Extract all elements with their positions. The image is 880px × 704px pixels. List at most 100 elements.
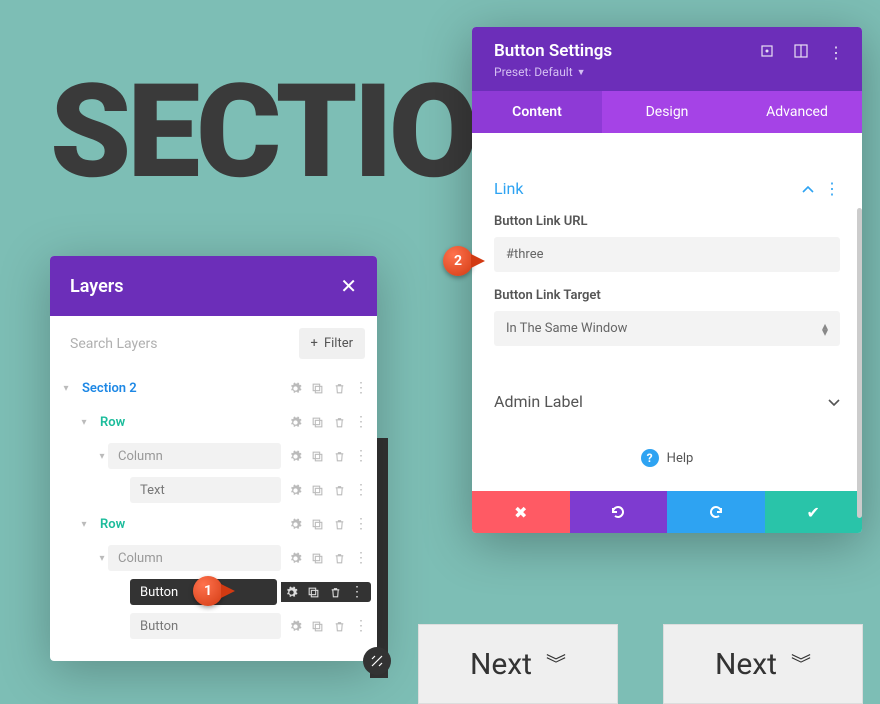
duplicate-icon[interactable] — [307, 548, 327, 568]
tree-item-label[interactable]: Section 2 — [72, 375, 281, 401]
next-button-2[interactable]: Next ︾ — [663, 624, 863, 704]
trash-icon[interactable] — [329, 548, 349, 568]
more-icon[interactable]: ⋮ — [351, 378, 371, 398]
section-admin-header[interactable]: Admin Label — [494, 392, 840, 411]
tree-item-label[interactable]: Button — [130, 613, 281, 639]
caret-icon[interactable]: ▾ — [96, 553, 108, 564]
more-icon[interactable]: ⋮ — [351, 446, 371, 466]
layers-search-row: + Filter — [50, 316, 377, 371]
tree-row-section[interactable]: ▾Section 2 ⋮ — [56, 371, 371, 405]
chevron-down-double-icon: ︾ — [791, 659, 811, 669]
duplicate-icon[interactable] — [307, 514, 327, 534]
tree-row-column[interactable]: ▾Column ⋮ — [56, 439, 371, 473]
gear-icon[interactable] — [285, 412, 305, 432]
more-icon[interactable]: ⋮ — [351, 480, 371, 500]
gear-icon[interactable] — [285, 378, 305, 398]
settings-panel: Button Settings ⋮ Preset: Default ▼ Cont… — [472, 27, 862, 533]
scrollbar[interactable] — [857, 208, 862, 518]
gear-icon[interactable] — [285, 616, 305, 636]
layers-tree: ▾Section 2⋮▾Row⋮▾Column⋮Text⋮▾Row⋮▾Colum… — [50, 371, 377, 661]
undo-button[interactable] — [570, 491, 668, 533]
help-row[interactable]: ? Help — [494, 449, 840, 467]
caret-icon[interactable]: ▾ — [78, 519, 90, 530]
duplicate-icon[interactable] — [307, 616, 327, 636]
header-icons: ⋮ — [760, 43, 844, 59]
tree-row-module[interactable]: Text ⋮ — [56, 473, 371, 507]
tree-item-label[interactable]: Row — [90, 409, 281, 435]
expand-icon[interactable] — [760, 43, 776, 59]
section-link-title: Link — [494, 179, 523, 198]
preset-selector[interactable]: Preset: Default ▼ — [494, 65, 844, 79]
caret-icon[interactable]: ▾ — [96, 451, 108, 462]
preset-label: Preset: Default — [494, 65, 573, 79]
tab-design[interactable]: Design — [602, 91, 732, 133]
columns-icon[interactable] — [794, 43, 810, 59]
gear-icon[interactable] — [281, 582, 301, 602]
gear-icon[interactable] — [285, 548, 305, 568]
trash-icon[interactable] — [329, 378, 349, 398]
duplicate-icon[interactable] — [303, 582, 323, 602]
settings-title: Button Settings — [494, 41, 612, 61]
tree-row-row[interactable]: ▾Row ⋮ — [56, 405, 371, 439]
tree-row-column[interactable]: ▾Column ⋮ — [56, 541, 371, 575]
save-button[interactable]: ✔ — [765, 491, 863, 533]
settings-header: Button Settings ⋮ Preset: Default ▼ — [472, 27, 862, 91]
settings-tabs: Content Design Advanced — [472, 91, 862, 133]
callout-2: 2 — [443, 246, 473, 276]
trash-icon[interactable] — [329, 616, 349, 636]
trash-icon[interactable] — [329, 480, 349, 500]
help-icon: ? — [641, 449, 659, 467]
redo-button[interactable] — [667, 491, 765, 533]
close-icon[interactable]: ✕ — [340, 274, 357, 298]
resize-handle-icon[interactable] — [363, 647, 391, 675]
tree-item-label[interactable]: Row — [90, 511, 281, 537]
trash-icon[interactable] — [329, 412, 349, 432]
gear-icon[interactable] — [285, 446, 305, 466]
background-title: SECTIO — [50, 55, 475, 208]
chevron-down-double-icon: ︾ — [546, 659, 566, 669]
duplicate-icon[interactable] — [307, 446, 327, 466]
tree-row-module[interactable]: Button ⋮ — [56, 609, 371, 643]
gear-icon[interactable] — [285, 514, 305, 534]
link-target-value: In The Same Window — [506, 321, 627, 336]
next-label: Next — [715, 647, 777, 682]
link-url-input[interactable] — [494, 237, 840, 272]
more-icon[interactable]: ⋮ — [347, 582, 367, 602]
next-button-1[interactable]: Next ︾ — [418, 624, 618, 704]
tab-advanced[interactable]: Advanced — [732, 91, 862, 133]
section-link-header[interactable]: Link ⋮ — [494, 179, 840, 198]
trash-icon[interactable] — [329, 446, 349, 466]
more-icon[interactable]: ⋮ — [824, 179, 840, 198]
filter-button[interactable]: + Filter — [299, 328, 365, 359]
caret-icon[interactable]: ▾ — [60, 383, 72, 394]
more-icon[interactable]: ⋮ — [351, 412, 371, 432]
duplicate-icon[interactable] — [307, 412, 327, 432]
next-label: Next — [470, 647, 532, 682]
tree-item-label[interactable]: Column — [108, 545, 281, 571]
gear-icon[interactable] — [285, 480, 305, 500]
chevron-down-icon: ▼ — [577, 67, 586, 78]
trash-icon[interactable] — [325, 582, 345, 602]
duplicate-icon[interactable] — [307, 480, 327, 500]
tree-row-row[interactable]: ▾Row ⋮ — [56, 507, 371, 541]
select-caret-icon: ▴▾ — [822, 323, 828, 335]
cancel-button[interactable]: ✖ — [472, 491, 570, 533]
chevron-up-icon — [802, 179, 814, 198]
tree-item-label[interactable]: Column — [108, 443, 281, 469]
tab-content[interactable]: Content — [472, 91, 602, 133]
tree-item-label[interactable]: Text — [130, 477, 281, 503]
action-bar: ✖ ✔ — [472, 491, 862, 533]
more-icon[interactable]: ⋮ — [351, 514, 371, 534]
trash-icon[interactable] — [329, 514, 349, 534]
search-input[interactable] — [70, 336, 291, 352]
settings-body: Link ⋮ Button Link URL Button Link Targe… — [472, 133, 862, 491]
caret-icon[interactable]: ▾ — [78, 417, 90, 428]
link-target-label: Button Link Target — [494, 288, 840, 303]
more-icon[interactable]: ⋮ — [351, 616, 371, 636]
more-icon[interactable]: ⋮ — [351, 548, 371, 568]
callout-1: 1 — [193, 576, 223, 606]
link-target-select[interactable]: In The Same Window ▴▾ — [494, 311, 840, 346]
link-url-label: Button Link URL — [494, 214, 840, 229]
duplicate-icon[interactable] — [307, 378, 327, 398]
more-icon[interactable]: ⋮ — [828, 43, 844, 59]
